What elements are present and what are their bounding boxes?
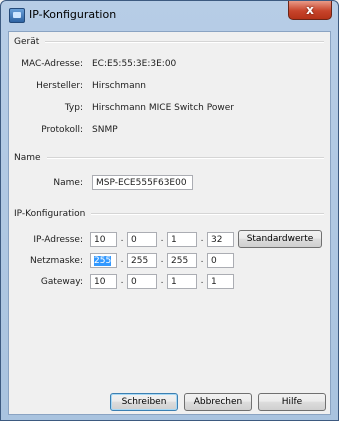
title-bar[interactable]: IP-Konfiguration x [1, 1, 338, 31]
manufacturer-value: Hirschmann [92, 81, 146, 91]
netmask-octet-1-input[interactable]: 255 [90, 253, 117, 268]
octet-separator: . [160, 234, 164, 244]
help-button[interactable]: Hilfe [258, 393, 326, 411]
selected-text: 255 [94, 256, 112, 266]
group-header-name: Name [14, 152, 324, 164]
protocol-value: SNMP [92, 125, 118, 135]
dialog-window: IP-Konfiguration x Gerät MAC-Adresse: EC… [0, 0, 339, 421]
gateway-octet-3-input[interactable]: 1 [167, 274, 197, 289]
netmask-octet-3-input[interactable]: 255 [167, 253, 197, 268]
group-title-name: Name [14, 153, 41, 163]
close-icon: x [306, 3, 314, 17]
type-value: Hirschmann MICE Switch Power [92, 103, 234, 113]
group-title-geraet: Gerät [14, 37, 40, 47]
octet-separator: . [200, 276, 204, 286]
mac-value: EC:E5:55:3E:3E:00 [92, 59, 177, 69]
gateway-label: Gateway: [40, 277, 83, 287]
protocol-label: Protokoll: [41, 125, 83, 135]
name-input[interactable]: MSP-ECE555F63E00 [92, 175, 193, 190]
group-header-geraet: Gerät [14, 36, 324, 48]
group-title-ip: IP-Konfiguration [14, 209, 86, 219]
defaults-button[interactable]: Standardwerte [238, 230, 322, 248]
cancel-button[interactable]: Abbrechen [184, 393, 252, 411]
group-divider [91, 213, 324, 215]
netmask-octet-4-input[interactable]: 0 [207, 253, 234, 268]
group-divider [45, 41, 324, 43]
ip-address-label: IP-Adresse: [33, 235, 83, 245]
window-title: IP-Konfiguration [29, 8, 117, 21]
netmask-label: Netzmaske: [30, 256, 83, 266]
mac-label: MAC-Adresse: [21, 59, 83, 69]
gateway-octet-2-input[interactable]: 0 [127, 274, 157, 289]
gateway-octet-1-input[interactable]: 10 [90, 274, 117, 289]
write-button[interactable]: Schreiben [110, 393, 178, 411]
ip-octet-3-input[interactable]: 1 [167, 232, 197, 247]
name-label: Name: [53, 178, 83, 188]
octet-separator: . [160, 255, 164, 265]
manufacturer-label: Hersteller: [36, 81, 83, 91]
octet-separator: . [120, 276, 124, 286]
octet-separator: . [200, 255, 204, 265]
octet-separator: . [160, 276, 164, 286]
type-label: Typ: [64, 103, 83, 113]
netmask-octet-2-input[interactable]: 255 [127, 253, 157, 268]
ip-octet-2-input[interactable]: 0 [127, 232, 157, 247]
octet-separator: . [120, 255, 124, 265]
ip-octet-4-input[interactable]: 32 [207, 232, 234, 247]
gateway-octet-4-input[interactable]: 1 [207, 274, 234, 289]
group-divider [46, 157, 324, 159]
close-button[interactable]: x [288, 1, 332, 20]
network-config-icon [9, 8, 25, 23]
octet-separator: . [200, 234, 204, 244]
octet-separator: . [120, 234, 124, 244]
ip-octet-1-input[interactable]: 10 [90, 232, 117, 247]
dialog-client-area: Gerät MAC-Adresse: EC:E5:55:3E:3E:00 Her… [8, 31, 331, 415]
group-header-ip: IP-Konfiguration [14, 208, 324, 220]
